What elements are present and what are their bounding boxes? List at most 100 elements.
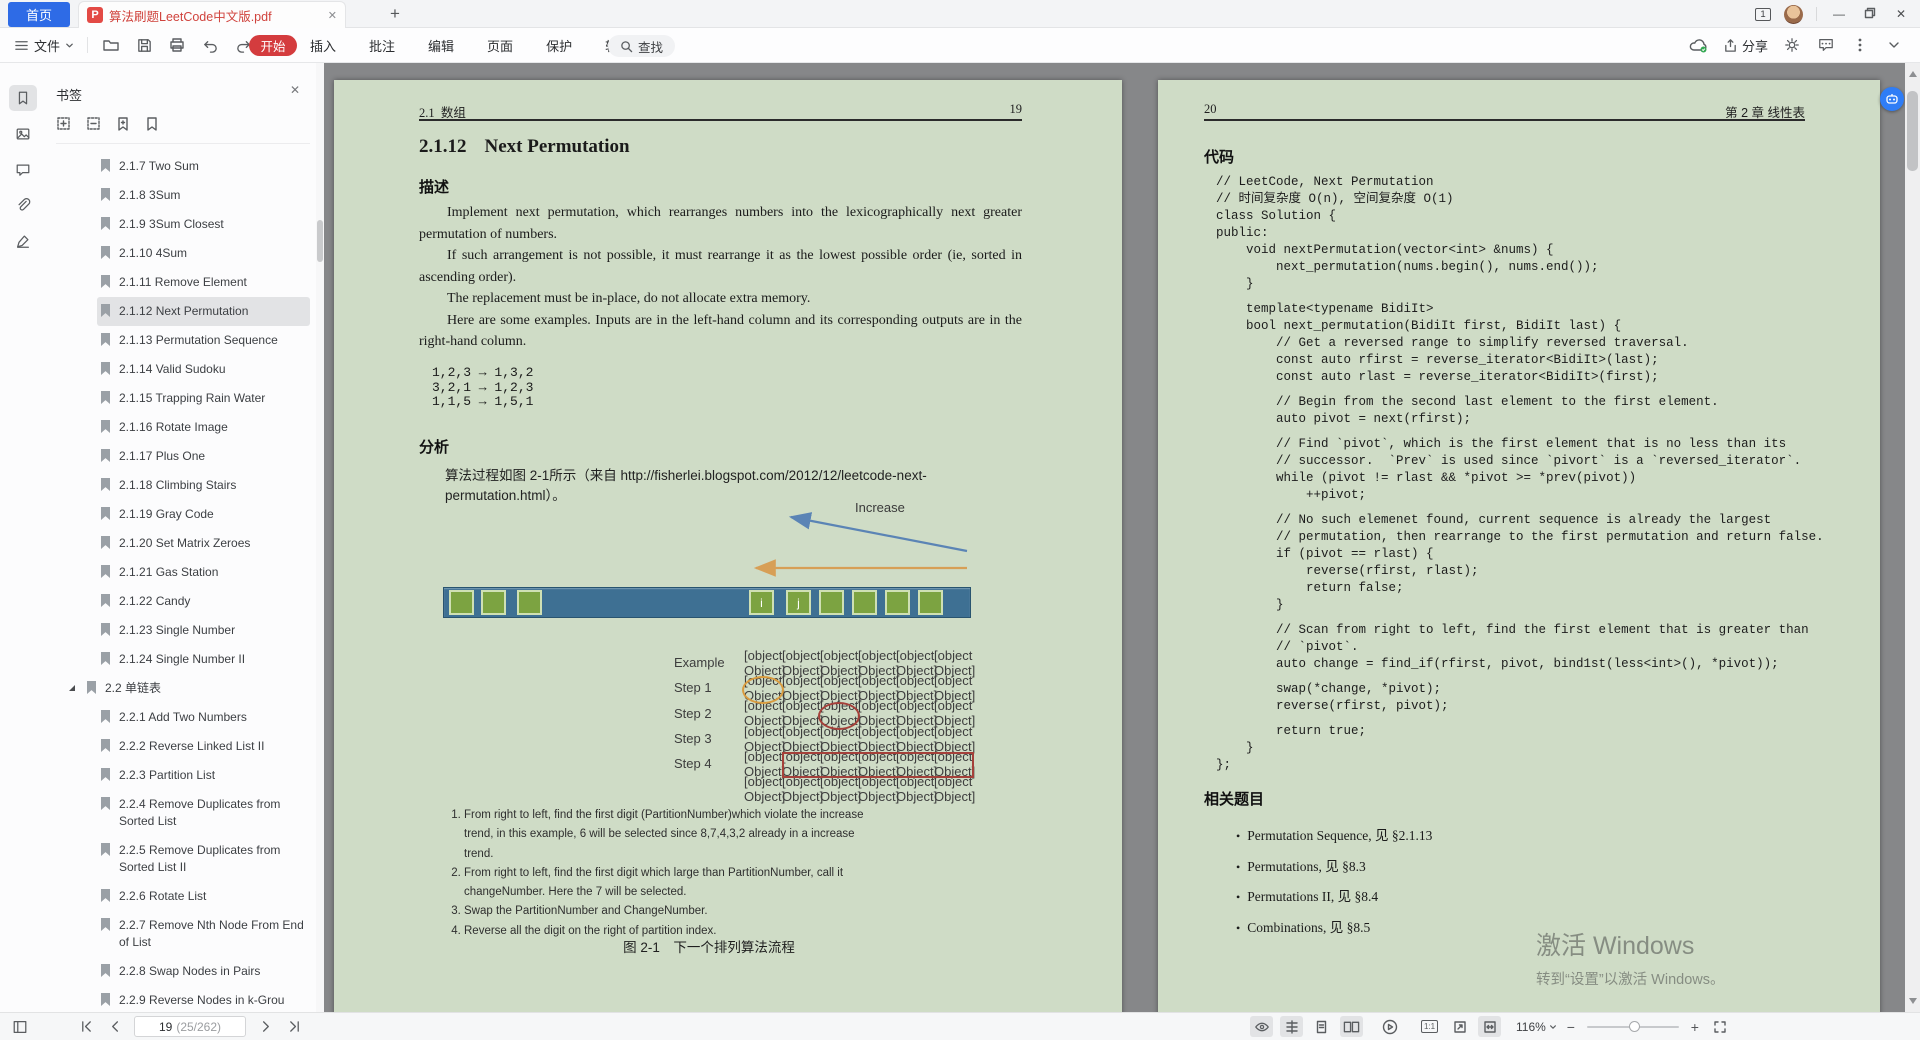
toolbar-menu-item[interactable]: 插入 <box>302 36 344 55</box>
fit-page-button[interactable] <box>1448 1016 1471 1037</box>
bookmark-item[interactable]: 2.1.13 Permutation Sequence <box>97 326 310 355</box>
scroll-mode-button[interactable] <box>1280 1016 1303 1037</box>
attachments-panel-button[interactable] <box>9 192 37 218</box>
expand-all-icon[interactable] <box>56 116 72 132</box>
fullscreen-button[interactable] <box>1709 1016 1732 1037</box>
zoom-slider[interactable] <box>1586 1020 1679 1032</box>
next-page-button[interactable] <box>255 1017 275 1037</box>
bookmark-item[interactable]: 2.1.12 Next Permutation <box>97 297 310 326</box>
document-area[interactable]: 2.1 数组 19 2.1.12 Next Permutation 描述 Impl… <box>324 63 1920 1012</box>
code-line: } <box>1216 277 1254 291</box>
feedback-button[interactable] <box>1816 35 1836 55</box>
bookmark-item[interactable]: 2.1.14 Valid Sudoku <box>97 355 310 384</box>
close-button[interactable]: ✕ <box>1892 7 1910 21</box>
add-bookmark-icon[interactable] <box>116 116 131 132</box>
single-page-button[interactable] <box>1310 1016 1333 1037</box>
collapse-toolbar-button[interactable] <box>1884 35 1904 55</box>
bookmark-item[interactable]: 2.1.15 Trapping Rain Water <box>97 384 310 413</box>
document-tab[interactable]: P 算法刷题LeetCode中文版.pdf ✕ <box>78 1 346 28</box>
bookmark-item[interactable]: 2.1.17 Plus One <box>97 442 310 471</box>
bookmark-item[interactable]: 2.1.23 Single Number <box>97 616 310 645</box>
first-page-button[interactable] <box>76 1017 96 1037</box>
previous-page-button[interactable] <box>105 1017 125 1037</box>
bookmark-item[interactable]: 2.1.10 4Sum <box>97 239 310 268</box>
ai-assistant-button[interactable] <box>1880 87 1904 111</box>
toolbar-menu-item[interactable]: 批注 <box>361 36 403 55</box>
toolbar-menu-item[interactable]: 保护 <box>538 36 580 55</box>
share-button[interactable]: 分享 <box>1723 36 1768 55</box>
slideshow-button[interactable] <box>1378 1016 1401 1037</box>
bookmark-item[interactable]: 2.1.9 3Sum Closest <box>97 210 310 239</box>
sidebar-scrollbar[interactable] <box>316 63 324 1012</box>
undo-button[interactable] <box>200 35 220 55</box>
scroll-up-icon[interactable] <box>1909 71 1917 77</box>
toolbar-menu-item[interactable]: 页面 <box>479 36 521 55</box>
settings-button[interactable] <box>1782 35 1802 55</box>
restore-button[interactable] <box>1861 7 1879 22</box>
bookmark-item[interactable]: 2.1.16 Rotate Image <box>97 413 310 442</box>
start-menu-button[interactable]: 开始 <box>249 35 297 56</box>
window-count-badge[interactable]: 1 <box>1755 7 1771 21</box>
code-line: swap(*change, *pivot); <box>1216 682 1442 696</box>
bookmark-item[interactable]: 2.1.21 Gas Station <box>97 558 310 587</box>
minimize-button[interactable]: — <box>1830 7 1848 21</box>
page-number-input[interactable]: 19 (25/262) <box>134 1016 246 1037</box>
file-menu[interactable]: 文件 <box>14 36 74 55</box>
bookmark-item[interactable]: 2.2.9 Reverse Nodes in k-Grou <box>97 986 310 1012</box>
tab-close-icon[interactable]: ✕ <box>328 9 337 22</box>
bookmark-item[interactable]: 2.2.5 Remove Duplicates from Sorted List… <box>97 836 310 882</box>
scroll-down-icon[interactable] <box>1909 998 1917 1004</box>
bookmark-item[interactable]: 2.2 单链表 <box>69 674 310 703</box>
bookmark-item[interactable]: 2.1.7 Two Sum <box>97 152 310 181</box>
avatar[interactable] <box>1784 4 1803 24</box>
home-tab-button[interactable]: 首页 <box>8 2 70 27</box>
table-row: Step 1 [object Object] [object Object] [ob… <box>674 673 984 703</box>
bookmark-icon <box>101 797 110 810</box>
zoom-out-button[interactable]: − <box>1564 1019 1578 1035</box>
thumbnails-panel-button[interactable] <box>9 121 37 147</box>
bookmark-item[interactable]: 2.1.22 Candy <box>97 587 310 616</box>
bookmark-item[interactable]: 2.2.4 Remove Duplicates from Sorted List <box>97 790 310 836</box>
open-file-button[interactable] <box>101 35 121 55</box>
scrollbar-thumb[interactable] <box>1907 91 1918 171</box>
bookmark-item[interactable]: 2.1.19 Gray Code <box>97 500 310 529</box>
new-tab-button[interactable]: + <box>384 3 406 25</box>
zoom-in-button[interactable]: + <box>1688 1019 1702 1035</box>
more-options-button[interactable] <box>1850 35 1870 55</box>
expand-caret-icon[interactable] <box>69 685 75 691</box>
two-page-button[interactable] <box>1340 1016 1363 1037</box>
bookmark-item[interactable]: 2.1.18 Climbing Stairs <box>97 471 310 500</box>
toolbar-menu-item[interactable]: 编辑 <box>420 36 462 55</box>
print-button[interactable] <box>167 35 187 55</box>
zoom-slider-knob[interactable] <box>1628 1020 1640 1032</box>
bookmark-item[interactable]: 2.2.6 Rotate List <box>97 882 310 911</box>
signature-panel-button[interactable] <box>9 228 37 254</box>
vertical-scrollbar[interactable] <box>1905 63 1920 1012</box>
bookmark-item[interactable]: 2.2.2 Reverse Linked List II <box>97 732 310 761</box>
bookmarks-panel-button[interactable] <box>9 85 37 111</box>
comments-panel-button[interactable] <box>9 157 37 183</box>
scrollbar-thumb[interactable] <box>317 220 323 262</box>
bookmark-item[interactable]: 2.2.1 Add Two Numbers <box>97 703 310 732</box>
toggle-sidebar-button[interactable] <box>10 1017 30 1037</box>
bookmark-item[interactable]: 2.1.11 Remove Element <box>97 268 310 297</box>
bookmark-item[interactable]: 2.2.7 Remove Nth Node From End of List <box>97 911 310 957</box>
search-button[interactable]: 查找 <box>608 35 676 57</box>
panel-close-icon[interactable]: ✕ <box>290 83 300 97</box>
fit-width-button[interactable] <box>1478 1016 1501 1037</box>
bookmark-item[interactable]: 2.1.8 3Sum <box>97 181 310 210</box>
last-page-button[interactable] <box>284 1017 304 1037</box>
bookmark-icon <box>87 681 96 694</box>
save-button[interactable] <box>134 35 154 55</box>
collapse-all-icon[interactable] <box>86 116 102 132</box>
bookmark-item[interactable]: 2.1.24 Single Number II <box>97 645 310 674</box>
bookmark-item[interactable]: 2.2.3 Partition List <box>97 761 310 790</box>
bookmark-item[interactable]: 2.2.8 Swap Nodes in Pairs <box>97 957 310 986</box>
bookmark-item[interactable]: 2.1.20 Set Matrix Zeroes <box>97 529 310 558</box>
bookmark-label: 2.1.18 Climbing Stairs <box>119 478 237 492</box>
actual-size-button[interactable]: 1:1 <box>1418 1016 1441 1037</box>
cloud-sync-button[interactable] <box>1689 35 1709 55</box>
eye-protection-button[interactable] <box>1250 1016 1273 1037</box>
zoom-level[interactable]: 116% <box>1516 1020 1557 1034</box>
bookmark-icon[interactable] <box>145 116 160 132</box>
